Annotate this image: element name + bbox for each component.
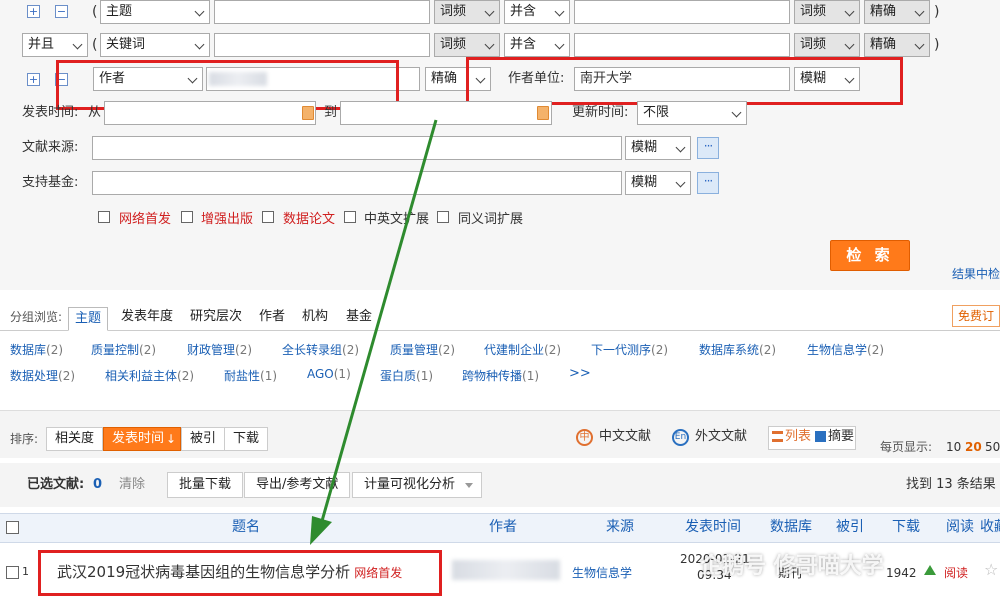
watermark: 企鹅号 修哥喵大学 (700, 554, 884, 579)
annotation-arrow (310, 119, 438, 545)
highlight-box-title (38, 550, 442, 596)
